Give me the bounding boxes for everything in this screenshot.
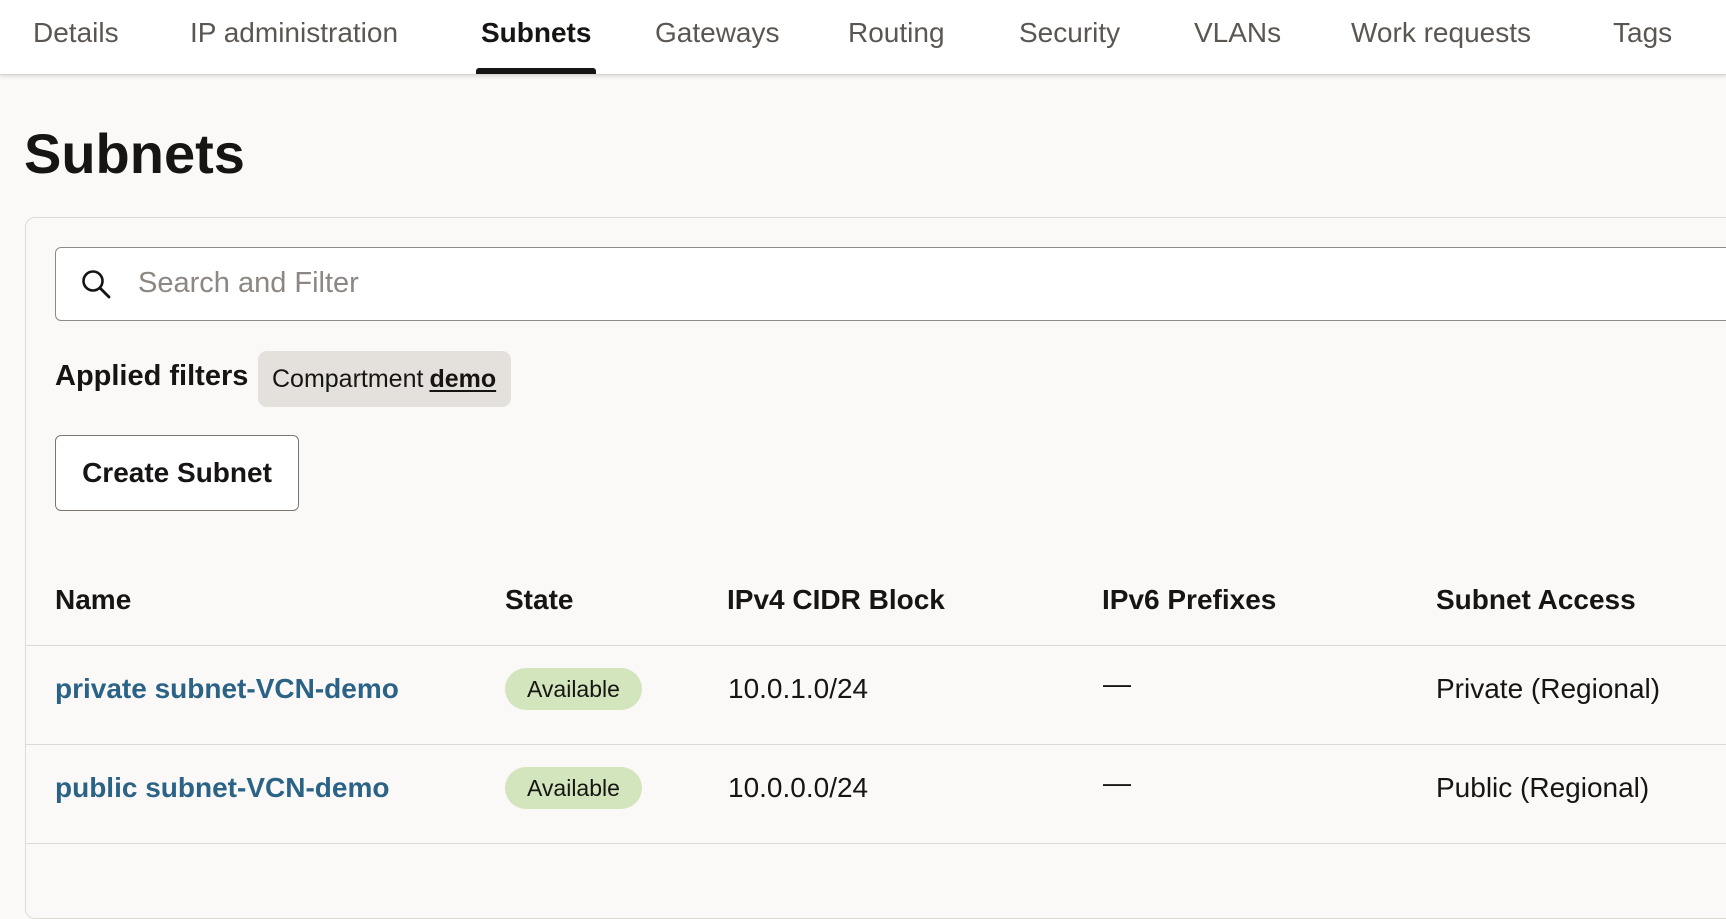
tab-routing[interactable]: Routing [848, 0, 945, 74]
ipv4-cidr-value: 10.0.0.0/24 [728, 772, 869, 803]
active-tab-indicator [476, 68, 597, 74]
page-title: Subnets [24, 122, 245, 185]
status-badge: Available [505, 767, 642, 809]
tab-work-requests[interactable]: Work requests [1351, 0, 1531, 74]
subnet-access-value: Public (Regional) [1436, 772, 1650, 803]
table-divider [26, 744, 1726, 745]
content-panel [25, 217, 1726, 919]
column-header-subnet-access[interactable]: Subnet Access [1436, 580, 1636, 620]
column-header-state[interactable]: State [505, 580, 573, 620]
subnet-name-link[interactable]: public subnet-VCN-demo [55, 768, 389, 808]
ipv4-cidr-value: 10.0.1.0/24 [728, 673, 869, 704]
tab-bar: Details IP administration Subnets Gatewa… [0, 0, 1726, 75]
tab-vlans[interactable]: VLANs [1194, 0, 1281, 74]
filter-chip-compartment[interactable]: Compartment demo [258, 351, 512, 407]
tab-ip-administration[interactable]: IP administration [190, 0, 398, 74]
filter-chip-value[interactable]: demo [429, 365, 496, 393]
search-input[interactable] [134, 248, 1642, 319]
tab-details[interactable]: Details [33, 0, 119, 74]
column-header-ipv6-prefixes[interactable]: IPv6 Prefixes [1102, 580, 1276, 620]
tab-tags[interactable]: Tags [1613, 0, 1672, 74]
applied-filters-label: Applied filters [55, 360, 249, 392]
tab-gateways[interactable]: Gateways [655, 0, 780, 74]
subnet-name-link[interactable]: private subnet-VCN-demo [55, 669, 399, 709]
status-badge: Available [505, 668, 642, 710]
search-icon [82, 270, 111, 299]
tab-security[interactable]: Security [1019, 0, 1120, 74]
column-header-ipv4-cidr[interactable]: IPv4 CIDR Block [727, 580, 945, 620]
tab-subnets[interactable]: Subnets [476, 0, 597, 74]
tab-subnets-label: Subnets [481, 17, 592, 48]
column-header-name[interactable]: Name [55, 580, 131, 620]
table-divider [26, 645, 1726, 646]
table-divider [26, 843, 1726, 844]
search-box[interactable] [55, 247, 1726, 321]
subnet-access-value: Private (Regional) [1436, 673, 1661, 704]
ipv6-prefix-value: — [1103, 767, 1131, 798]
ipv6-prefix-value: — [1103, 668, 1131, 699]
filter-chip-key: Compartment [272, 365, 424, 393]
create-subnet-button[interactable]: Create Subnet [55, 435, 299, 511]
